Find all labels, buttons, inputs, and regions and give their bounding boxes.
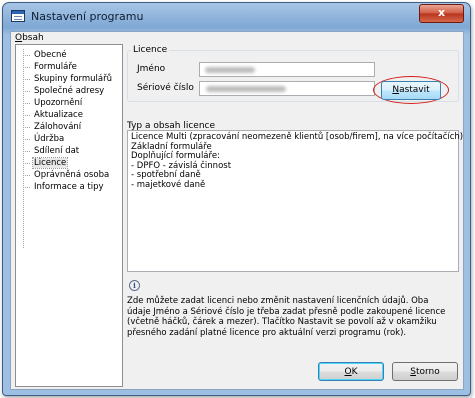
tree-item-licence[interactable]: Licence xyxy=(23,157,69,169)
tree-item-upozorneni[interactable]: Upozornění xyxy=(23,97,83,109)
close-button[interactable]: x xyxy=(419,4,464,23)
tree-item-obecne[interactable]: Obecné xyxy=(23,49,68,61)
tree-item-opravnena-osoba[interactable]: Oprávněná osoba xyxy=(23,169,110,181)
tree-item-spolecne-adresy[interactable]: Společné adresy xyxy=(23,85,105,97)
title-bar[interactable]: Nastavení programu x xyxy=(3,3,470,31)
tree-item-skupiny-formularu[interactable]: Skupiny formulářů xyxy=(23,73,113,85)
serial-input[interactable] xyxy=(199,81,375,96)
info-icon: i xyxy=(129,280,140,291)
name-value-redacted xyxy=(205,67,255,73)
tree-title: Obsah xyxy=(15,33,44,43)
settings-tree[interactable]: Obecné Formuláře Skupiny formulářů Spole… xyxy=(15,44,123,387)
close-icon: x xyxy=(437,6,446,19)
tree-item-sdileni-dat[interactable]: Sdílení dat xyxy=(23,145,80,157)
serial-value-redacted xyxy=(206,86,286,92)
window-title: Nastavení programu xyxy=(31,10,144,23)
tree-item-zalohovani[interactable]: Zálohování xyxy=(23,121,82,133)
name-input[interactable] xyxy=(199,62,375,77)
tree-item-aktualizace[interactable]: Aktualizace xyxy=(23,109,84,121)
info-text: Zde můžete zadat licenci nebo změnit nas… xyxy=(127,296,446,338)
licence-content-box[interactable]: Licence Multi (zpracování neomezeně klie… xyxy=(127,130,463,272)
licence-group-title: Licence xyxy=(131,45,170,55)
settings-window: Nastavení programu x Obsah Obecné Formul… xyxy=(2,2,471,396)
tree-item-udrzba[interactable]: Údržba xyxy=(23,133,65,145)
tree-item-informace-a-tipy[interactable]: Informace a tipy xyxy=(23,181,105,193)
tree-item-formulare[interactable]: Formuláře xyxy=(23,61,78,73)
dialog-body: Obsah Obecné Formuláře Skupiny formulářů… xyxy=(10,31,464,390)
ok-button[interactable]: OK xyxy=(318,362,384,381)
name-label: Jméno xyxy=(137,64,166,74)
set-licence-button[interactable]: Nastavit xyxy=(381,81,441,100)
cancel-button[interactable]: Storno xyxy=(392,362,458,381)
app-window-icon xyxy=(11,10,25,22)
serial-label: Sériové číslo xyxy=(137,83,194,93)
